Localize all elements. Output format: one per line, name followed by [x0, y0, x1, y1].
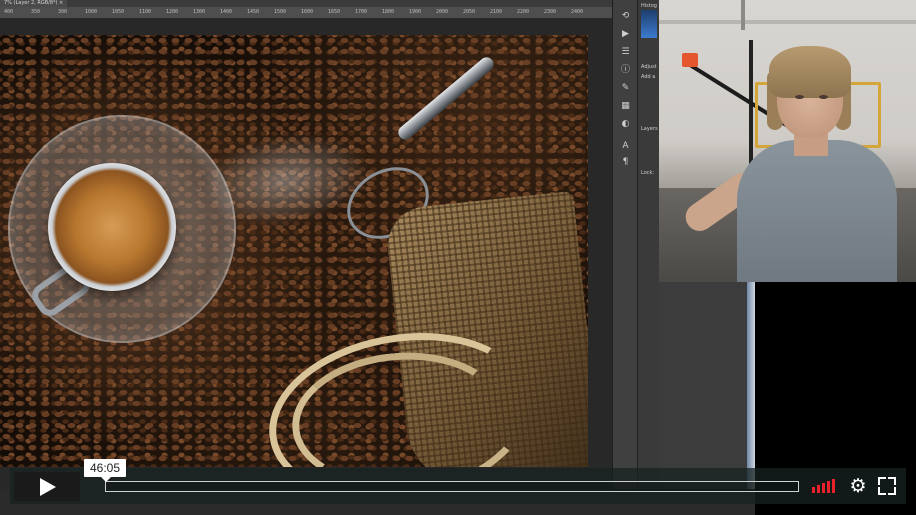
- history-icon[interactable]: ⟲: [620, 12, 631, 21]
- ruler-tick-label: 1500: [274, 9, 287, 15]
- ps-document-tabbar: 7% (Layer 2, RGB/8*) ×: [0, 0, 612, 7]
- fullscreen-icon[interactable]: [878, 477, 896, 495]
- volume-level-bar: [827, 481, 830, 493]
- properties-icon[interactable]: ☰: [620, 48, 631, 57]
- ruler-tick-label: 2300: [544, 9, 557, 15]
- character-icon[interactable]: A: [620, 142, 631, 151]
- studio-wall: [659, 20, 916, 24]
- coffee-cup: [48, 163, 176, 291]
- gear-icon[interactable]: ⚙: [848, 476, 868, 496]
- ruler-tick-label: 2400: [571, 9, 584, 15]
- add-adjustment-label: Add a: [641, 74, 656, 80]
- play-button[interactable]: [14, 472, 80, 501]
- info-icon[interactable]: ⓘ: [620, 66, 631, 75]
- ruler-tick-label: 2200: [517, 9, 530, 15]
- ruler-tick-label: 350: [31, 9, 41, 15]
- ruler-tick-label: 1650: [328, 9, 341, 15]
- volume-level-bar: [812, 487, 815, 493]
- fullscreen-corner: [878, 487, 886, 495]
- ruler-tick-label: 1300: [193, 9, 206, 15]
- ruler-tick-label: 400: [4, 9, 14, 15]
- ruler-tick-label: 300: [58, 9, 68, 15]
- ps-document-tab: 7% (Layer 2, RGB/8*) ×: [0, 0, 68, 7]
- volume-level-bar: [817, 485, 820, 493]
- volume-icon[interactable]: [812, 479, 838, 493]
- histogram-graph: [641, 10, 657, 38]
- progress-bar[interactable]: [105, 481, 799, 492]
- paragraph-icon[interactable]: ¶: [620, 158, 631, 167]
- ruler-tick-label: 2100: [490, 9, 503, 15]
- presenter-eye: [795, 95, 804, 99]
- ruler-tick-label: 1700: [355, 9, 368, 15]
- fullscreen-corner: [888, 487, 896, 495]
- presenter-hair: [769, 46, 851, 98]
- histogram-panel-label[interactable]: Histog: [641, 3, 657, 9]
- ps-layer-thumbnail-edge: [747, 282, 755, 489]
- volume-level-bar: [832, 479, 835, 493]
- presenter-eye: [819, 95, 828, 99]
- play-icon: [40, 478, 56, 496]
- ruler-tick-label: 1600: [301, 9, 314, 15]
- volume-level-bar: [822, 483, 825, 493]
- ps-layers-panel-area: [659, 282, 749, 489]
- brush-icon[interactable]: ✎: [620, 84, 631, 93]
- adjustments-panel-label[interactable]: Adjust: [641, 64, 657, 70]
- video-frame[interactable]: 7% (Layer 2, RGB/8*) × 400 350 300 1000 1050…: [0, 0, 916, 515]
- swatches-icon[interactable]: ▦: [620, 102, 631, 111]
- studio-light: [682, 53, 698, 67]
- studio-pipe: [741, 0, 745, 30]
- lock-label: Lock:: [641, 170, 655, 176]
- current-time-tooltip: 46:05: [84, 459, 126, 482]
- ruler-tick-label: 1450: [247, 9, 260, 15]
- ps-panel-icon-strip: ⟲ ▶ ☰ ⓘ ✎ ▦ ◐ A ¶: [612, 0, 638, 489]
- fullscreen-corner: [878, 477, 886, 485]
- canvas-image-coffee: [0, 35, 588, 467]
- fullscreen-corner: [888, 477, 896, 485]
- ruler-tick-label: 1100: [139, 9, 152, 15]
- ps-panel-column: Histog Adjust Add a Layers Lock:: [637, 0, 660, 489]
- ruler-tick-label: 1400: [220, 9, 233, 15]
- ruler-tick-label: 1800: [382, 9, 395, 15]
- ruler-tick-label: 2050: [463, 9, 476, 15]
- ruler-tick-label: 1000: [85, 9, 98, 15]
- ruler-tick-label: 1900: [409, 9, 422, 15]
- layers-panel-label[interactable]: Layers: [641, 126, 658, 132]
- actions-play-icon[interactable]: ▶: [620, 30, 631, 39]
- ruler-tick-label: 2000: [436, 9, 449, 15]
- ruler-tick-label: 1050: [112, 9, 125, 15]
- presenter-body: [737, 140, 897, 282]
- webcam-overlay: [659, 0, 916, 282]
- ruler-tick-label: 1200: [166, 9, 179, 15]
- ps-horizontal-ruler: 400 350 300 1000 1050 1100 1200 1300 1400 1450 150…: [0, 7, 612, 19]
- adjustments-icon[interactable]: ◐: [620, 120, 631, 129]
